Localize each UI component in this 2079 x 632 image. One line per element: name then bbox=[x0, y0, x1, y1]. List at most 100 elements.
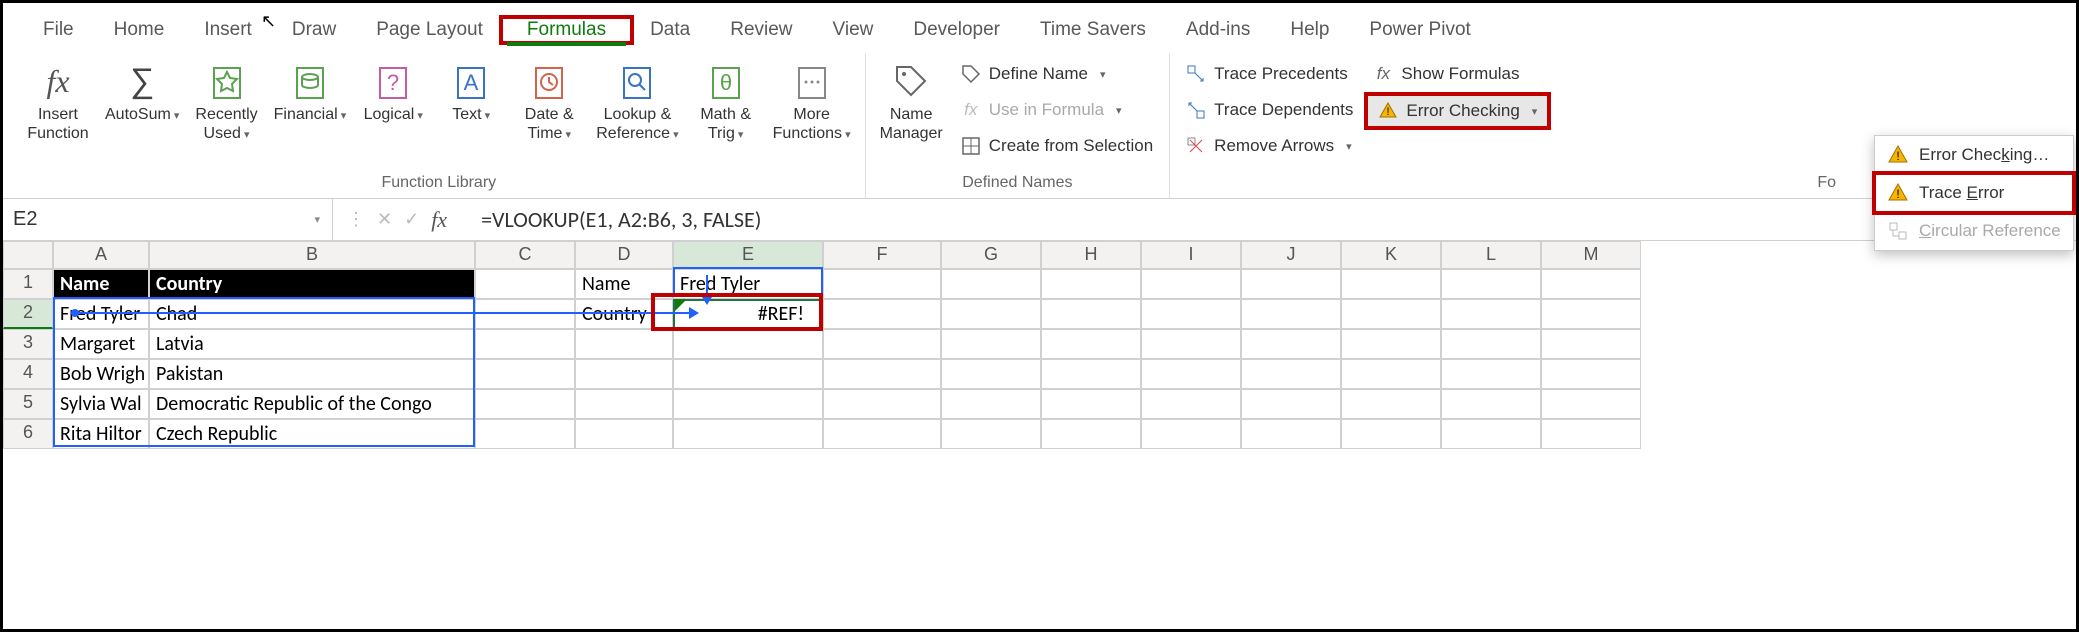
dropdown-trace-error[interactable]: ! Trace Error bbox=[1875, 174, 2073, 212]
cell-G2[interactable] bbox=[941, 299, 1041, 329]
cell-B5[interactable]: Democratic Republic of the Congo bbox=[149, 389, 475, 419]
cell-F5[interactable] bbox=[823, 389, 941, 419]
cell-A4[interactable]: Bob Wrigh bbox=[53, 359, 149, 389]
cell-J1[interactable] bbox=[1241, 269, 1341, 299]
recently-used-button[interactable]: Recently Used bbox=[191, 55, 261, 147]
cell-H4[interactable] bbox=[1041, 359, 1141, 389]
cell-F3[interactable] bbox=[823, 329, 941, 359]
cell-A1[interactable]: Name bbox=[53, 269, 149, 299]
cell-J4[interactable] bbox=[1241, 359, 1341, 389]
cell-A6[interactable]: Rita Hiltor bbox=[53, 419, 149, 449]
cell-E5[interactable] bbox=[673, 389, 823, 419]
cell-K1[interactable] bbox=[1341, 269, 1441, 299]
row-3[interactable]: 3 bbox=[3, 329, 53, 359]
tab-time-savers[interactable]: Time Savers bbox=[1020, 13, 1166, 47]
error-checking-button[interactable]: ! Error Checking ▾ bbox=[1367, 95, 1548, 127]
create-from-selection-button[interactable]: Create from Selection bbox=[955, 131, 1159, 161]
tab-developer[interactable]: Developer bbox=[893, 13, 1020, 47]
cell-G5[interactable] bbox=[941, 389, 1041, 419]
cell-F6[interactable] bbox=[823, 419, 941, 449]
cell-G3[interactable] bbox=[941, 329, 1041, 359]
show-formulas-button[interactable]: fx Show Formulas bbox=[1367, 59, 1548, 89]
tab-page-layout[interactable]: Page Layout bbox=[356, 13, 503, 47]
trace-precedents-button[interactable]: Trace Precedents bbox=[1180, 59, 1359, 89]
cell-J2[interactable] bbox=[1241, 299, 1341, 329]
cell-L6[interactable] bbox=[1441, 419, 1541, 449]
cell-L3[interactable] bbox=[1441, 329, 1541, 359]
cell-B4[interactable]: Pakistan bbox=[149, 359, 475, 389]
cell-J6[interactable] bbox=[1241, 419, 1341, 449]
financial-button[interactable]: Financial bbox=[270, 55, 351, 128]
cell-K6[interactable] bbox=[1341, 419, 1441, 449]
name-box[interactable]: E2 bbox=[3, 199, 333, 240]
col-G[interactable]: G bbox=[941, 241, 1041, 269]
cell-A3[interactable]: Margaret bbox=[53, 329, 149, 359]
tab-help[interactable]: Help bbox=[1270, 13, 1349, 47]
dropdown-error-checking[interactable]: ! Error Checking… bbox=[1875, 136, 2073, 174]
fb-options-icon[interactable]: ⋮ bbox=[347, 209, 365, 230]
more-functions-button[interactable]: More Functions bbox=[769, 55, 855, 147]
select-all-corner[interactable] bbox=[3, 241, 53, 269]
cell-G4[interactable] bbox=[941, 359, 1041, 389]
row-6[interactable]: 6 bbox=[3, 419, 53, 449]
cell-E6[interactable] bbox=[673, 419, 823, 449]
cell-F4[interactable] bbox=[823, 359, 941, 389]
cell-I3[interactable] bbox=[1141, 329, 1241, 359]
cancel-icon[interactable]: ✕ bbox=[377, 209, 392, 230]
cell-B3[interactable]: Latvia bbox=[149, 329, 475, 359]
cell-L1[interactable] bbox=[1441, 269, 1541, 299]
cell-M3[interactable] bbox=[1541, 329, 1641, 359]
tab-add-ins[interactable]: Add-ins bbox=[1166, 13, 1270, 47]
fx-icon[interactable]: fx bbox=[431, 207, 457, 233]
cell-I4[interactable] bbox=[1141, 359, 1241, 389]
cell-I2[interactable] bbox=[1141, 299, 1241, 329]
col-A[interactable]: A bbox=[53, 241, 149, 269]
tab-view[interactable]: View bbox=[813, 13, 894, 47]
cell-H3[interactable] bbox=[1041, 329, 1141, 359]
define-name-button[interactable]: Define Name ▾ bbox=[955, 59, 1159, 89]
col-K[interactable]: K bbox=[1341, 241, 1441, 269]
tab-draw[interactable]: Draw bbox=[272, 13, 356, 47]
cell-D1[interactable]: Name bbox=[575, 269, 673, 299]
col-H[interactable]: H bbox=[1041, 241, 1141, 269]
remove-arrows-button[interactable]: Remove Arrows ▾ bbox=[1180, 131, 1359, 161]
row-1[interactable]: 1 bbox=[3, 269, 53, 299]
name-manager-button[interactable]: Name Manager bbox=[876, 55, 947, 147]
cell-H5[interactable] bbox=[1041, 389, 1141, 419]
cell-A2[interactable]: Fred Tyler bbox=[53, 299, 149, 329]
cell-I6[interactable] bbox=[1141, 419, 1241, 449]
logical-button[interactable]: ? Logical bbox=[358, 55, 428, 128]
sheet-grid[interactable]: A B C D E F G H I J K L M 1 Name Country… bbox=[3, 241, 2076, 449]
cell-K4[interactable] bbox=[1341, 359, 1441, 389]
col-F[interactable]: F bbox=[823, 241, 941, 269]
cell-J5[interactable] bbox=[1241, 389, 1341, 419]
tab-review[interactable]: Review bbox=[710, 13, 812, 47]
cell-B2[interactable]: Chad bbox=[149, 299, 475, 329]
trace-dependents-button[interactable]: Trace Dependents bbox=[1180, 95, 1359, 125]
cell-K3[interactable] bbox=[1341, 329, 1441, 359]
autosum-button[interactable]: ∑ AutoSum bbox=[101, 55, 183, 128]
cell-M4[interactable] bbox=[1541, 359, 1641, 389]
text-button[interactable]: A Text bbox=[436, 55, 506, 128]
formula-input[interactable]: =VLOOKUP(E1, A2:B6, 3, FALSE) bbox=[471, 202, 2076, 237]
cell-M1[interactable] bbox=[1541, 269, 1641, 299]
lookup-reference-button[interactable]: Lookup & Reference bbox=[592, 55, 682, 147]
col-D[interactable]: D bbox=[575, 241, 673, 269]
col-I[interactable]: I bbox=[1141, 241, 1241, 269]
cell-K2[interactable] bbox=[1341, 299, 1441, 329]
col-B[interactable]: B bbox=[149, 241, 475, 269]
cell-C4[interactable] bbox=[475, 359, 575, 389]
cell-D6[interactable] bbox=[575, 419, 673, 449]
tab-formulas[interactable]: Formulas bbox=[507, 13, 626, 46]
cell-C2[interactable] bbox=[475, 299, 575, 329]
cell-M6[interactable] bbox=[1541, 419, 1641, 449]
cell-H1[interactable] bbox=[1041, 269, 1141, 299]
row-5[interactable]: 5 bbox=[3, 389, 53, 419]
cell-C3[interactable] bbox=[475, 329, 575, 359]
cell-F1[interactable] bbox=[823, 269, 941, 299]
cell-H2[interactable] bbox=[1041, 299, 1141, 329]
col-E[interactable]: E bbox=[673, 241, 823, 269]
cell-D3[interactable] bbox=[575, 329, 673, 359]
cell-C6[interactable] bbox=[475, 419, 575, 449]
cell-I5[interactable] bbox=[1141, 389, 1241, 419]
